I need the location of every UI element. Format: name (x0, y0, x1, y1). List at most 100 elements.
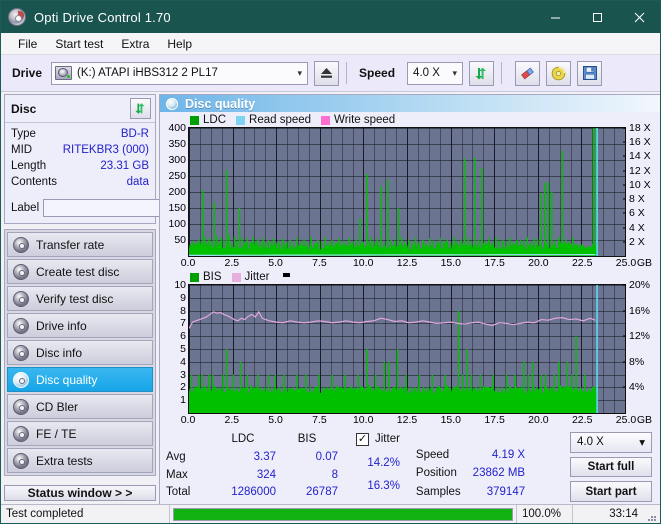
disc-row-key: Length (11, 159, 47, 172)
ldc-x-axis: 0.0 2.5 5.0 7.5 10.0 12.5 15.0 17.5 20.0 22.5 25.0… (181, 257, 652, 270)
window-controls (534, 1, 660, 33)
y-tick-label: 1 (180, 393, 186, 406)
stats-max-bis: 8 (331, 468, 338, 481)
sidebar-item-label: Create test disc (36, 264, 120, 279)
ldc-legend: LDC Read speed Write speed (162, 113, 658, 127)
app-window: Opti Drive Control 1.70 File Start test … (0, 0, 661, 524)
drive-select[interactable]: (K:) ATAPI iHBS312 2 PL17 ▾ (51, 61, 309, 85)
x-tick-label: 2.5 (224, 414, 240, 426)
bis-x-axis: 0.0 2.5 5.0 7.5 10.0 12.5 15.0 17.5 20.0 22.5 25.0… (181, 414, 652, 427)
menu-file[interactable]: File (9, 35, 46, 53)
disc-icon (13, 398, 29, 415)
sidebar: Disc Type BD-R MID RITEKBR3 (000) Length… (1, 92, 219, 504)
close-icon[interactable] (618, 1, 660, 33)
drive-label: Drive (12, 66, 43, 80)
x-tick-label: 20.0 (528, 257, 549, 269)
speed-select[interactable]: 4.0 X ▾ (407, 61, 464, 85)
y-tick-label: 50 (174, 233, 186, 246)
disc-refresh-button[interactable] (130, 98, 151, 119)
y-tick-label: 100 (168, 217, 186, 230)
bis-plot[interactable] (188, 284, 626, 414)
drive-select-value: (K:) ATAPI iHBS312 2 PL17 (77, 67, 218, 79)
disc-icon (13, 452, 29, 469)
stats-panel: LDC BIS Avg 3.37 0.07 Max 324 8 Total 12… (160, 427, 660, 504)
stats-row-label-avg: Avg (166, 450, 186, 463)
stats-header-ldc: LDC (231, 433, 255, 445)
sidebar-item-fe-te[interactable]: FE / TE (7, 421, 153, 446)
sidebar-item-disc-info[interactable]: Disc info (7, 340, 153, 365)
disc-row-value: RITEKBR3 (000) (62, 143, 149, 156)
disc-row-value: 23.31 GB (100, 159, 149, 172)
disc-panel-header: Disc (5, 95, 155, 123)
y2-tick-label: 4 X (629, 221, 645, 234)
disc-panel-title: Disc (11, 101, 37, 116)
menu-help[interactable]: Help (158, 35, 201, 53)
sidebar-item-verify-test-disc[interactable]: Verify test disc (7, 286, 153, 311)
disc-row-key: Contents (11, 175, 58, 188)
y-tick-label: 7 (180, 317, 186, 330)
stats-avg-ldc: 3.37 (253, 450, 276, 463)
disc-tools-button[interactable] (546, 60, 572, 86)
y2-tick-label: 12 X (629, 164, 651, 177)
disc-icon (13, 317, 29, 334)
legend-label-bis: BIS (203, 271, 222, 283)
disc-icon (8, 8, 26, 26)
start-full-button[interactable]: Start full (570, 456, 652, 478)
sidebar-item-label: Extra tests (36, 453, 93, 468)
y2-tick-label: 2 X (629, 235, 645, 248)
x-tick-label: 7.5 (312, 414, 327, 426)
disc-info-rows: Type BD-R MID RITEKBR3 (000) Length 23.3… (5, 123, 155, 194)
y-tick-label: 4 (180, 355, 186, 368)
sidebar-item-transfer-rate[interactable]: Transfer rate (7, 232, 153, 257)
ldc-y-axis: 50 100 150 200 250 300 350 400 (162, 123, 191, 257)
progress-percent: 100.0% (516, 505, 572, 523)
sidebar-item-extra-tests[interactable]: Extra tests (7, 448, 153, 473)
jitter-checkbox[interactable]: ✓ (356, 432, 369, 446)
save-button[interactable] (577, 60, 603, 86)
start-part-button[interactable]: Start part (570, 481, 652, 503)
x-tick-label: 22.5 (571, 257, 593, 269)
disc-icon (13, 371, 29, 388)
window-title: Opti Drive Control 1.70 (34, 9, 171, 25)
sidebar-item-drive-info[interactable]: Drive info (7, 313, 153, 338)
y-tick-label: 3 (180, 368, 186, 381)
jitter-label: Jitter (375, 433, 400, 445)
ldc-y2-axis: 2 X4 X6 X 8 X 10 X 12 X 14 X 16 X 18 X (623, 123, 658, 257)
speed-select-value: 4.0 X (413, 67, 440, 79)
x-tick-label: 0.0 (180, 257, 196, 269)
sidebar-item-label: Transfer rate (36, 237, 105, 252)
chevron-down-icon: ▾ (452, 67, 458, 78)
stats-row-label-total: Total (166, 486, 191, 499)
sidebar-item-label: Disc quality (36, 372, 98, 387)
y-tick-label: 200 (168, 185, 186, 198)
y-tick-label: 250 (168, 169, 186, 182)
maximize-icon[interactable] (576, 1, 618, 33)
ldc-chart: LDC Read speed Write speed 50 100 150 200 25… (162, 113, 658, 270)
drive-icon (55, 66, 73, 80)
menu-extra[interactable]: Extra (112, 35, 158, 53)
refresh-button[interactable] (469, 60, 495, 86)
sidebar-item-create-test-disc[interactable]: Create test disc (7, 259, 153, 284)
charts-area: LDC Read speed Write speed 50 100 150 200 25… (160, 112, 660, 427)
ldc-plot[interactable] (188, 127, 626, 257)
resize-grip-icon[interactable] (646, 505, 660, 523)
status-window-button[interactable]: Status window > > (4, 485, 156, 501)
eject-button[interactable] (314, 60, 340, 86)
toolbar-divider (501, 62, 503, 84)
stats-max-ldc: 324 (256, 468, 276, 481)
samples-stat-value: 379147 (486, 485, 526, 498)
y2-tick-label: 16% (629, 304, 651, 317)
erase-button[interactable] (515, 60, 541, 86)
bis-y2-axis: 4% 8% 12% 16% 20% (623, 280, 658, 414)
menu-start-test[interactable]: Start test (46, 35, 112, 53)
x-tick-label: 10.0 (352, 257, 374, 269)
chevron-down-icon: ▾ (639, 437, 645, 450)
y-tick-label: 5 (180, 342, 186, 355)
minimize-icon[interactable] (534, 1, 576, 33)
y-tick-label: 350 (168, 137, 186, 150)
test-speed-select[interactable]: 4.0 X ▾ (570, 432, 652, 453)
sidebar-item-disc-quality[interactable]: Disc quality (7, 367, 153, 392)
sidebar-item-cd-bler[interactable]: CD Bler (7, 394, 153, 419)
x-tick-label: 20.0 (528, 414, 549, 426)
y2-tick-label: 18 X (629, 121, 651, 134)
